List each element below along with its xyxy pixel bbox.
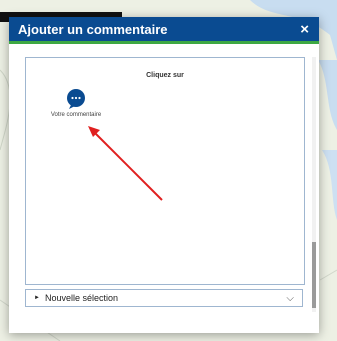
selection-dropdown[interactable]: ► Nouvelle sélection ⌵ xyxy=(25,289,303,307)
selection-value: Nouvelle sélection xyxy=(44,293,118,303)
add-comment-dialog: Ajouter un commentaire × Cliquez sur Vot… xyxy=(9,17,319,333)
close-button[interactable]: × xyxy=(300,21,309,38)
expand-triangle-icon: ► xyxy=(34,295,40,301)
chevron-down-icon: ⌵ xyxy=(286,292,294,304)
scrollbar-thumb[interactable] xyxy=(312,242,316,308)
pointer-arrow xyxy=(88,126,163,201)
instruction-panel: Cliquez sur Votre commentaire xyxy=(25,57,305,285)
scrollbar[interactable] xyxy=(312,57,316,312)
dialog-header: Ajouter un commentaire × xyxy=(9,17,319,44)
dialog-title: Ajouter un commentaire xyxy=(18,21,168,37)
